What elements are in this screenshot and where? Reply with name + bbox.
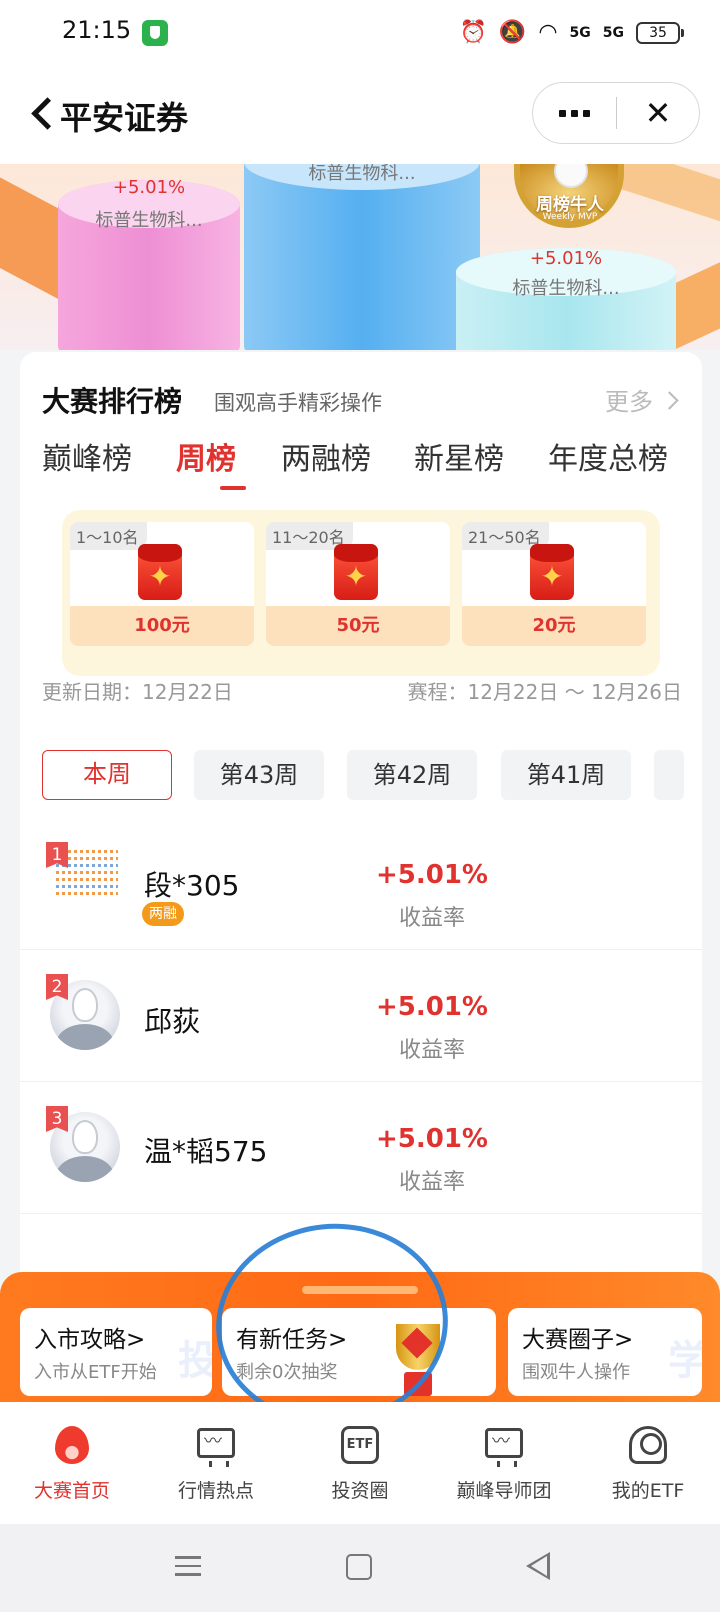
nav-bar: 平安证券 ✕: [0, 66, 720, 164]
user-name[interactable]: 邱荻: [144, 1000, 200, 1040]
active-tab-indicator: [220, 486, 246, 490]
app-notification-icon: [142, 20, 168, 46]
flame-icon: [55, 1426, 89, 1464]
status-icons: ⏰ 🔕 ◠ 5G 5G 35: [459, 17, 684, 49]
tab-annual[interactable]: 年度总榜: [548, 434, 668, 478]
leaderboard-title: 大赛排行榜: [42, 385, 183, 418]
card-watermark: 学: [668, 1338, 702, 1384]
circle-card-subtitle: 围观牛人操作: [522, 1362, 630, 1383]
status-time: 21:15: [62, 16, 132, 44]
tab-market-hot[interactable]: 行情热点: [144, 1418, 288, 1510]
week-chip-current[interactable]: 本周: [42, 750, 172, 800]
podium-first-name: 标普生物科...: [308, 164, 416, 184]
return-value: +5.01%: [376, 992, 488, 1022]
week-chip-42[interactable]: 第42周: [347, 750, 477, 800]
podium-third-name: 标普生物科...: [512, 278, 620, 299]
leaderboard-subtitle: 围观高手精彩操作: [214, 391, 382, 415]
ranking-tabs: 巅峰榜 周榜 两融榜 新星榜 年度总榜: [42, 434, 702, 490]
guide-card[interactable]: 投 入市攻略> 入市从ETF开始: [20, 1308, 212, 1396]
return-value: +5.01%: [376, 1124, 488, 1154]
podium-banner: +5.01% 标普生物科... 标普生物科... +5.01% 标普生物科...…: [0, 164, 720, 350]
battery-icon: 35: [636, 22, 684, 44]
podium-first[interactable]: 标普生物科...: [244, 164, 480, 350]
reward-range: 1～10名: [70, 522, 147, 550]
tab-label: 我的ETF: [611, 1480, 685, 1502]
week-selector: 本周 第43周 第42周 第41周: [42, 750, 702, 802]
back-arrow-icon[interactable]: [28, 94, 56, 134]
schedule-range: 赛程：12月22日 ～ 12月26日: [407, 680, 682, 704]
tab-invest-circle[interactable]: ETF 投资圈: [288, 1418, 432, 1510]
mute-icon: 🔕: [498, 20, 527, 45]
update-date: 更新日期：12月22日: [42, 680, 233, 704]
margin-tag: 两融: [142, 902, 184, 926]
chart-board-icon: [485, 1428, 523, 1467]
page-title: 平安证券: [60, 99, 189, 137]
card-watermark: 投: [178, 1338, 212, 1384]
reward-card[interactable]: 1～10名 100元: [70, 522, 254, 646]
return-label: 收益率: [398, 1170, 465, 1195]
leaderboard-card: 大赛排行榜 围观高手精彩操作 更多 巅峰榜 周榜 两融榜 新星榜 年度总榜 1～…: [20, 352, 702, 1274]
table-row[interactable]: 3 温*韬575 +5.01% 收益率: [20, 1082, 702, 1214]
reward-card[interactable]: 11～20名 50元: [266, 522, 450, 646]
medal-sublabel: Weekly MVP: [542, 212, 598, 222]
red-envelope-icon: [334, 544, 378, 600]
podium-second-name: 标普生物科...: [95, 210, 203, 231]
reward-value: 20元: [462, 606, 646, 646]
tab-label: 巅峰导师团: [456, 1480, 552, 1502]
home-square-icon[interactable]: [346, 1554, 372, 1580]
tab-margin[interactable]: 两融榜: [281, 434, 371, 478]
menu-icon[interactable]: [168, 1550, 208, 1586]
more-link[interactable]: 更多: [605, 382, 676, 417]
return-label: 收益率: [398, 1038, 465, 1063]
red-envelope-icon: [138, 544, 182, 600]
podium-second-return: +5.01%: [112, 177, 186, 198]
reward-value: 50元: [266, 606, 450, 646]
monitor-chart-icon: [197, 1428, 235, 1467]
podium-third-return: +5.01%: [529, 248, 603, 269]
signal-icon-2: 5G: [602, 25, 624, 41]
return-value: +5.01%: [376, 860, 488, 890]
weekly-mvp-medal-icon: 周榜牛人 Weekly MVP: [504, 164, 636, 238]
table-row[interactable]: 2 邱荻 +5.01% 收益率: [20, 950, 702, 1082]
podium-second[interactable]: +5.01% 标普生物科...: [58, 177, 240, 350]
bottom-tab-bar: 大赛首页 行情热点 ETF 投资圈 巅峰导师团 我的ETF: [0, 1402, 720, 1524]
return-label: 收益率: [398, 906, 465, 931]
week-chip-43[interactable]: 第43周: [194, 750, 324, 800]
tab-label: 行情热点: [177, 1480, 254, 1502]
week-chip-41[interactable]: 第41周: [501, 750, 631, 800]
wifi-icon: ◠: [538, 20, 558, 45]
more-dots-icon[interactable]: [533, 83, 616, 143]
back-triangle-icon[interactable]: [526, 1552, 550, 1580]
reward-value: 100元: [70, 606, 254, 646]
etf-hexagon-icon: ETF: [341, 1426, 379, 1464]
user-name[interactable]: 段*305: [144, 864, 239, 904]
date-info: 更新日期：12月22日 赛程：12月22日 ～ 12月26日: [42, 676, 682, 706]
tab-label: 大赛首页: [33, 1480, 110, 1502]
alarm-icon: ⏰: [459, 20, 487, 45]
status-bar: 21:15 ⏰ 🔕 ◠ 5G 5G 35: [0, 0, 720, 66]
system-nav-bar: [0, 1524, 720, 1612]
circle-card-title: 大赛圈子>: [522, 1327, 634, 1353]
tab-label: 投资圈: [331, 1480, 389, 1502]
guide-card-subtitle: 入市从ETF开始: [34, 1362, 157, 1383]
week-chip-more[interactable]: [654, 750, 684, 800]
table-row[interactable]: 1 段*305 两融 +5.01% 收益率: [20, 818, 702, 950]
user-name[interactable]: 温*韬575: [144, 1130, 267, 1170]
tab-weekly[interactable]: 周榜: [176, 434, 236, 478]
guide-card-title: 入市攻略>: [34, 1327, 146, 1353]
tab-mentors[interactable]: 巅峰导师团: [432, 1418, 576, 1510]
close-icon[interactable]: ✕: [617, 83, 699, 143]
user-icon: [629, 1426, 667, 1464]
reward-panel: 1～10名 100元 11～20名 50元 21～50名 20元: [62, 510, 660, 676]
miniapp-capsule: ✕: [532, 82, 700, 144]
tab-contest-home[interactable]: 大赛首页: [0, 1418, 144, 1510]
circle-card[interactable]: 学 大赛圈子> 围观牛人操作: [508, 1308, 702, 1396]
reward-card[interactable]: 21～50名 20元: [462, 522, 646, 646]
signal-icon: 5G: [569, 25, 591, 41]
tab-newstar[interactable]: 新星榜: [414, 434, 504, 478]
tab-peak[interactable]: 巅峰榜: [42, 434, 132, 478]
podium-third[interactable]: +5.01% 标普生物科...: [456, 248, 676, 350]
tab-my-etf[interactable]: 我的ETF: [576, 1418, 720, 1510]
red-envelope-icon: [530, 544, 574, 600]
